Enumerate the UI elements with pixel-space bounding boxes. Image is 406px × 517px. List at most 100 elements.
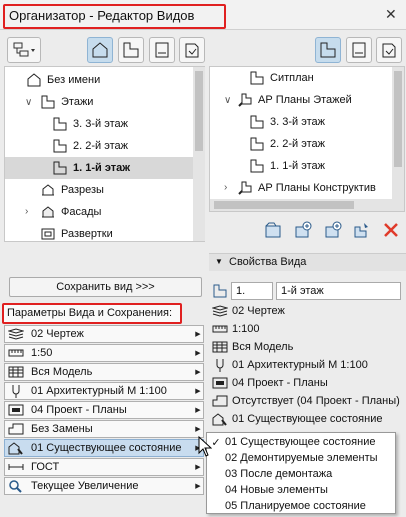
prop-model-view-options: 04 Проект - Планы <box>212 374 328 392</box>
view-map-menu-button[interactable] <box>7 37 41 63</box>
clone-folder-icon <box>295 221 312 238</box>
menu-item[interactable]: 02 Демонтируемые элементы <box>207 450 395 466</box>
tree-item-interior-elevations[interactable]: Развертки <box>5 223 193 245</box>
prop-value: 04 Проект - Планы <box>232 377 328 389</box>
window-title: Организатор - Редактор Видов <box>9 8 195 23</box>
override-icon <box>212 394 228 408</box>
tree-item-elevations[interactable]: Фасады <box>5 201 193 223</box>
renovation-filter-select[interactable]: 01 Существующее состояние ▶ <box>4 439 204 457</box>
override-icon <box>5 421 27 437</box>
view-item-siteplan[interactable]: Ситплан <box>210 67 392 89</box>
clone-folder-button[interactable] <box>293 220 313 240</box>
view-name-field[interactable]: 1-й этаж <box>276 282 401 300</box>
triangle-right-icon: ▶ <box>195 388 201 395</box>
view-settings-icon <box>354 223 368 238</box>
house-icon <box>92 42 108 58</box>
scale-select[interactable]: 1:50 ▶ <box>4 344 204 362</box>
floor-icon <box>250 71 264 85</box>
tree-item-story-2[interactable]: 2. 2-й этаж <box>5 135 193 157</box>
view-map-tree: Ситплан ∨ АР Планы Этажей 3. 3-й этаж 2.… <box>209 66 405 212</box>
params-title: Параметры Вида и Сохранения: <box>7 307 173 319</box>
renovation-menu: ✓ 01 Существующее состояние 02 Демонтируе… <box>206 432 396 514</box>
scale-icon <box>5 345 27 361</box>
new-view-button[interactable] <box>323 220 343 240</box>
graphic-override-select[interactable]: Без Замены ▶ <box>4 420 204 438</box>
floor-icon <box>123 42 139 58</box>
select-value: 1:50 <box>31 347 53 359</box>
view-folder-ar-structural[interactable]: АР Планы Конструктив <box>210 177 392 199</box>
new-folder-button[interactable] <box>263 220 283 240</box>
save-view-button[interactable]: Сохранить вид >>> <box>9 277 202 297</box>
view-id-field[interactable]: 1. <box>231 282 273 300</box>
close-icon[interactable]: ✕ <box>385 6 397 23</box>
menu-item[interactable]: 04 Новые элементы <box>207 482 395 498</box>
view-item-story-1[interactable]: 1. 1-й этаж <box>210 155 392 177</box>
tree-hscrollbar[interactable] <box>210 199 404 211</box>
prop-value: Отсутствует (04 Проект - Планы) <box>232 395 400 407</box>
triangle-right-icon: ▶ <box>195 350 201 357</box>
structure-display-select[interactable]: Вся Модель ▶ <box>4 363 204 381</box>
prop-renovation-filter: 01 Существующее состояние <box>212 410 382 428</box>
tree-item-label: АР Планы Этажей <box>258 94 352 106</box>
tree-item-label: 2. 2-й этаж <box>270 138 325 150</box>
layout-book-tab[interactable] <box>149 37 175 63</box>
dimension-icon <box>5 459 27 475</box>
pen-icon <box>212 358 228 372</box>
right-layout-book-tab[interactable] <box>346 37 372 63</box>
tree-scrollbar[interactable] <box>392 67 404 199</box>
view-item-story-3[interactable]: 3. 3-й этаж <box>210 111 392 133</box>
scrollbar-thumb[interactable] <box>394 71 402 167</box>
dimension-select[interactable]: ГОСТ ▶ <box>4 458 204 476</box>
tree-item-sections[interactable]: Разрезы <box>5 179 193 201</box>
publisher-icon <box>185 43 199 58</box>
delete-icon <box>384 223 398 237</box>
delete-button[interactable] <box>381 220 401 240</box>
select-value: Без Замены <box>31 423 93 435</box>
menu-item[interactable]: 03 После демонтажа <box>207 466 395 482</box>
settings-button[interactable] <box>352 220 372 240</box>
select-value: Текущее Увеличение <box>31 480 139 492</box>
elevation-icon <box>42 206 54 218</box>
mvo-icon <box>5 402 27 418</box>
prop-value: 01 Существующее состояние <box>232 413 383 425</box>
tree-scrollbar[interactable] <box>193 67 205 241</box>
right-view-map-tab[interactable] <box>315 37 341 63</box>
tree-item-story-1[interactable]: 1. 1-й этаж <box>5 157 193 179</box>
view-folder-ar-plans[interactable]: АР Планы Этажей <box>210 89 392 111</box>
view-item-story-2[interactable]: 2. 2-й этаж <box>210 133 392 155</box>
menu-item[interactable]: 05 Планируемое состояние <box>207 498 395 514</box>
tree-item-root[interactable]: Без имени <box>5 69 193 91</box>
view-map-tab[interactable] <box>118 37 144 63</box>
project-map-tab[interactable] <box>87 37 113 63</box>
tree-item-label: Ситплан <box>270 72 314 84</box>
layers-icon <box>5 326 27 342</box>
prop-layer-combination: 02 Чертеж <box>212 302 285 320</box>
layout-icon <box>352 42 366 58</box>
pen-set-select[interactable]: 01 Архитектурный М 1:100 ▶ <box>4 382 204 400</box>
tree-item-label: Развертки <box>61 228 113 240</box>
select-value: 01 Существующее состояние <box>31 442 182 454</box>
tree-item-label: АР Планы Конструктив <box>258 182 376 194</box>
tree-item-stories[interactable]: Этажи <box>5 91 193 113</box>
menu-item-label: 01 Существующее состояние <box>225 436 376 448</box>
floor-icon <box>53 161 67 175</box>
layer-combination-select[interactable]: 02 Чертеж ▶ <box>4 325 204 343</box>
layers-icon <box>212 304 228 318</box>
interior-elevation-icon <box>41 228 55 240</box>
floor-icon <box>53 139 67 153</box>
menu-item-label: 04 Новые элементы <box>225 484 328 496</box>
tree-item-story-3[interactable]: 3. 3-й этаж <box>5 113 193 135</box>
floor-icon <box>212 283 228 299</box>
menu-item[interactable]: ✓ 01 Существующее состояние <box>207 434 395 450</box>
select-value: Вся Модель <box>31 366 93 378</box>
new-view-icon <box>325 221 342 238</box>
zoom-select[interactable]: Текущее Увеличение ▶ <box>4 477 204 495</box>
scrollbar-thumb[interactable] <box>195 71 203 151</box>
view-properties-header[interactable]: ▼ Свойства Вида <box>209 253 406 271</box>
scrollbar-thumb[interactable] <box>214 201 354 209</box>
right-publisher-tab[interactable] <box>376 37 402 63</box>
prop-pen-set: 01 Архитектурный М 1:100 <box>212 356 368 374</box>
publisher-tab[interactable] <box>179 37 205 63</box>
model-view-options-select[interactable]: 04 Проект - Планы ▶ <box>4 401 204 419</box>
select-value: ГОСТ <box>31 461 60 473</box>
